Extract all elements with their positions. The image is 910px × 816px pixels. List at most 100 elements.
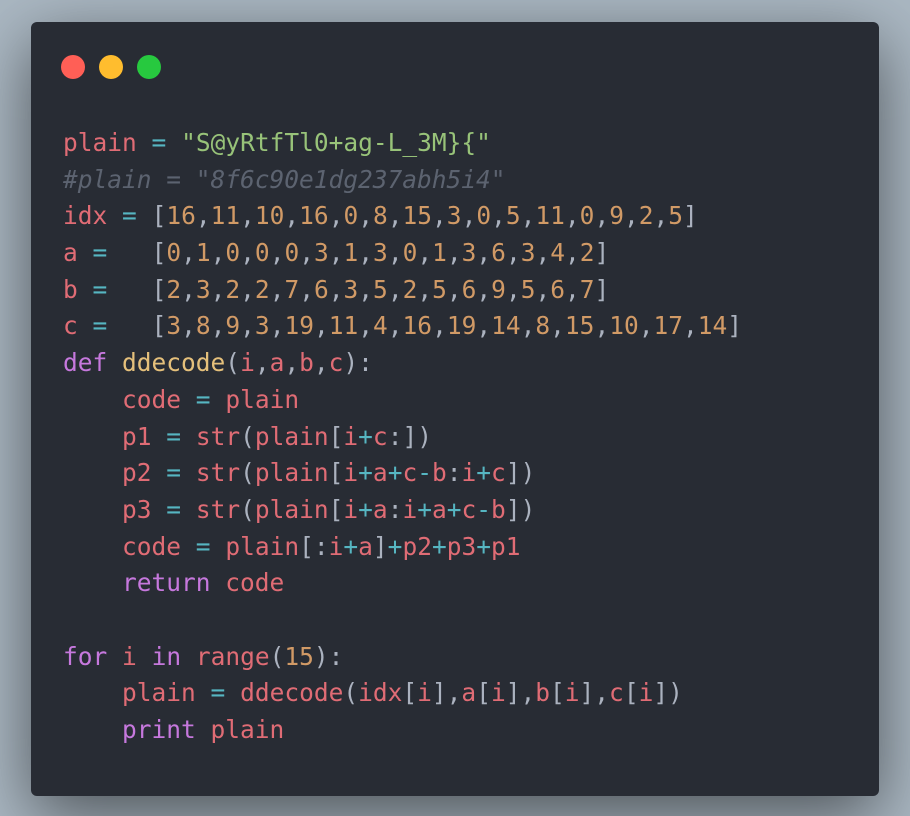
code-token-punc: [ [402, 678, 418, 708]
code-token-punc: , [358, 201, 373, 231]
code-token-var: idx [63, 201, 108, 231]
code-token-op: = [166, 421, 182, 451]
code-line: b = [2,3,2,2,7,6,3,5,2,5,6,9,5,6,7] [63, 272, 742, 309]
code-token-punc: ], [579, 678, 610, 708]
code-token-var: p2 [122, 458, 152, 488]
code-line: p2 = str(plain[i+a+c-b:i+c]) [63, 455, 742, 492]
code-token-op: + [358, 458, 373, 488]
code-token-punc: , [432, 201, 447, 231]
code-token-punc: , [181, 311, 196, 341]
code-token-num: 0 [476, 201, 492, 231]
code-token-num: 3 [195, 274, 211, 304]
code-token-num: 3 [520, 238, 536, 268]
code-token-var: a [431, 494, 447, 524]
minimize-dot-icon[interactable] [99, 55, 123, 79]
code-block: plain = "S@yRtfTl0+ag-L_3M}{" #plain = "8… [63, 125, 742, 749]
code-token-var: a [461, 678, 477, 708]
code-token-punc: ( [240, 494, 255, 524]
code-token-punc: ( [240, 421, 255, 451]
code-token-op: + [387, 531, 403, 561]
code-token-var: i [490, 678, 506, 708]
code-token-punc: , [387, 201, 403, 231]
code-token-punc: , [358, 238, 374, 268]
code-token-punc: [ [328, 494, 344, 524]
code-token-kw: for [63, 641, 108, 671]
code-token-var: plain [225, 531, 300, 561]
code-token-punc: ] [372, 531, 388, 561]
code-token-var: p3 [446, 531, 477, 561]
code-token-punc: [ [550, 678, 565, 708]
code-token-op: = [92, 274, 108, 304]
code-token-num: 6 [313, 274, 329, 304]
code-token-var: i [343, 421, 359, 451]
code-token-num: 8 [372, 201, 388, 231]
code-token-num: 19 [446, 311, 477, 341]
code-token-var: a [269, 348, 285, 378]
code-token-var: plain [254, 421, 329, 451]
code-token-punc: , [446, 274, 462, 304]
code-token-punc: ] [594, 274, 610, 304]
code-token-var: b [63, 274, 78, 304]
code-token-num: 3 [373, 238, 388, 268]
code-token-punc: , [476, 311, 492, 341]
code-token-var: plain [63, 128, 137, 157]
code-token-punc: , [328, 274, 344, 304]
code-token-punc: , [446, 238, 462, 268]
code-token-num: 9 [491, 274, 506, 304]
code-token-var: a [63, 238, 78, 268]
code-token-punc: ( [240, 458, 255, 488]
code-token-punc: ] [683, 201, 698, 231]
code-line: print plain [63, 712, 742, 749]
code-token-num: 7 [284, 274, 300, 304]
code-token-punc: [ [328, 458, 344, 488]
code-token-punc: , [254, 348, 270, 378]
code-token-op: = [195, 531, 211, 561]
code-token-op: = [166, 494, 182, 524]
code-token-var: p1 [491, 531, 521, 561]
code-window: plain = "S@yRtfTl0+ag-L_3M}{" #plain = "8… [31, 22, 879, 796]
code-token-punc: , [505, 238, 521, 268]
code-token-punc: ): [313, 641, 344, 671]
code-token-punc: [ [151, 311, 167, 341]
code-token-var: plain [225, 384, 300, 414]
code-token-punc: ] [594, 238, 610, 268]
code-token-op: = [92, 311, 108, 341]
code-line: plain = ddecode(idx[i],a[i],b[i],c[i]) [63, 675, 742, 712]
code-token-var: code [122, 384, 182, 414]
code-token-num: 3 [166, 311, 182, 341]
code-token-var: i [638, 678, 654, 708]
code-token-punc: , [417, 238, 433, 268]
maximize-dot-icon[interactable] [137, 55, 161, 79]
code-token-punc: ], [505, 678, 536, 708]
code-token-punc: , [299, 238, 314, 268]
code-token-punc: , [476, 274, 492, 304]
code-token-punc: , [284, 348, 300, 378]
code-token-num: 5 [432, 274, 447, 304]
code-token-var: a [372, 458, 388, 488]
code-token-var: b [535, 678, 550, 708]
code-token-punc: ( [269, 641, 285, 671]
close-dot-icon[interactable] [61, 55, 85, 79]
code-token-punc: ]) [653, 678, 683, 708]
code-token-num: 1 [195, 238, 211, 268]
code-token-op: + [446, 494, 462, 524]
code-token-op: + [358, 494, 373, 524]
code-token-num: 2 [166, 274, 182, 304]
